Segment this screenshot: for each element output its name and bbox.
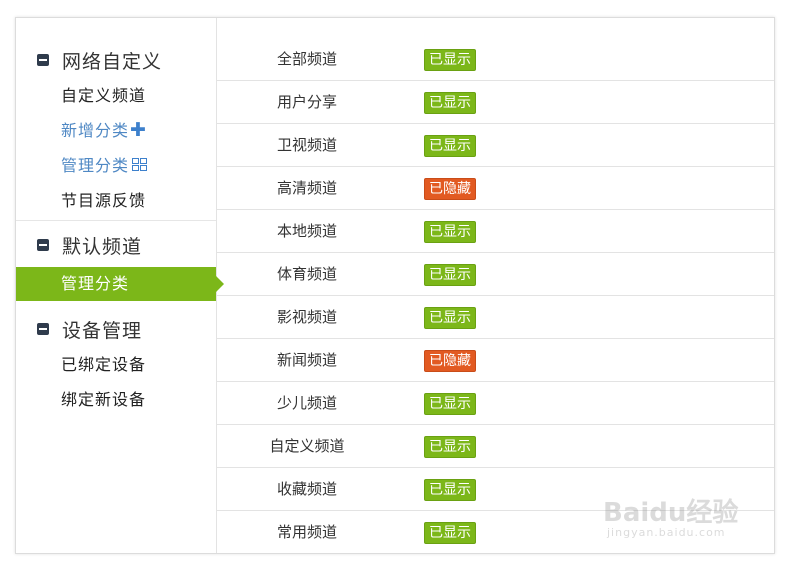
sidebar-item-label: 管理分类 [61, 274, 130, 293]
main-panel: 网络自定义 自定义频道 新增分类✚ 管理分类 节目源反馈 默认频道 管理分类 设… [15, 17, 775, 554]
collapse-icon[interactable] [37, 323, 49, 335]
table-row: 常用频道 已显示 [217, 511, 774, 554]
channel-name: 少儿频道 [276, 394, 337, 412]
collapse-icon[interactable] [37, 54, 49, 66]
sidebar-item-bound-devices[interactable]: 已绑定设备 [16, 347, 216, 382]
sidebar-item-label: 新增分类 [61, 121, 130, 140]
table-row: 全部频道 已显示 [217, 38, 774, 81]
table-row: 高清频道 已隐藏 [217, 167, 774, 210]
status-badge[interactable]: 已显示 [424, 479, 476, 501]
sidebar-item-manage-category[interactable]: 管理分类 [16, 148, 216, 183]
status-badge[interactable]: 已隐藏 [424, 178, 476, 200]
table-row: 自定义频道 已显示 [217, 425, 774, 468]
channel-name: 自定义频道 [269, 437, 345, 455]
sidebar-item-source-feedback[interactable]: 节目源反馈 [16, 183, 216, 218]
group-header-device-management[interactable]: 设备管理 [16, 311, 216, 347]
status-badge[interactable]: 已显示 [424, 92, 476, 114]
status-badge[interactable]: 已显示 [424, 221, 476, 243]
status-badge[interactable]: 已显示 [424, 264, 476, 286]
table-row: 用户分享 已显示 [217, 81, 774, 124]
status-badge[interactable]: 已显示 [424, 436, 476, 458]
group-title: 设备管理 [62, 319, 143, 342]
channel-name: 体育频道 [276, 265, 337, 283]
status-badge[interactable]: 已显示 [424, 522, 476, 544]
table-row: 收藏频道 已显示 [217, 468, 774, 511]
channel-list: 全部频道 已显示 用户分享 已显示 卫视频道 已显示 高清频道 已隐藏 本地频道 已显示 … [217, 18, 774, 553]
group-network-custom: 网络自定义 自定义频道 新增分类✚ 管理分类 节目源反馈 [16, 42, 216, 218]
channel-name: 影视频道 [276, 308, 337, 326]
sidebar-item-label: 自定义频道 [61, 86, 147, 105]
group-title: 网络自定义 [62, 50, 163, 73]
channel-name: 全部频道 [276, 50, 337, 68]
collapse-icon[interactable] [37, 239, 49, 251]
table-row: 体育频道 已显示 [217, 253, 774, 296]
sidebar-item-label: 节目源反馈 [61, 191, 147, 210]
group-header-network-custom[interactable]: 网络自定义 [16, 42, 216, 78]
sidebar-item-custom-channel[interactable]: 自定义频道 [16, 78, 216, 113]
sidebar-item-manage-category-active[interactable]: 管理分类 [16, 267, 224, 301]
sidebar: 网络自定义 自定义频道 新增分类✚ 管理分类 节目源反馈 默认频道 管理分类 设… [16, 18, 224, 553]
table-row: 少儿频道 已显示 [217, 382, 774, 425]
status-badge[interactable]: 已显示 [424, 307, 476, 329]
group-default-channels: 默认频道 管理分类 [16, 227, 224, 301]
status-badge[interactable]: 已显示 [424, 393, 476, 415]
sidebar-item-label: 绑定新设备 [61, 390, 147, 409]
status-badge[interactable]: 已显示 [424, 49, 476, 71]
table-row: 影视频道 已显示 [217, 296, 774, 339]
sidebar-item-label: 管理分类 [61, 156, 130, 175]
channel-name: 本地频道 [276, 222, 337, 240]
status-badge[interactable]: 已显示 [424, 135, 476, 157]
sidebar-item-label: 已绑定设备 [61, 355, 147, 374]
divider [16, 220, 216, 221]
plus-icon: ✚ [130, 119, 147, 141]
channel-name: 新闻频道 [276, 351, 337, 369]
channel-name: 用户分享 [276, 93, 337, 111]
table-row: 本地频道 已显示 [217, 210, 774, 253]
channel-name: 常用频道 [276, 523, 337, 541]
channel-name: 高清频道 [276, 179, 337, 197]
group-device-management: 设备管理 已绑定设备 绑定新设备 [16, 311, 216, 417]
group-title: 默认频道 [62, 235, 143, 258]
sidebar-item-bind-new-device[interactable]: 绑定新设备 [16, 382, 216, 417]
status-badge[interactable]: 已隐藏 [424, 350, 476, 372]
channel-name: 收藏频道 [276, 480, 337, 498]
group-header-default-channels[interactable]: 默认频道 [16, 227, 216, 263]
table-row: 新闻频道 已隐藏 [217, 339, 774, 382]
channel-name: 卫视频道 [276, 136, 337, 154]
sidebar-item-add-category[interactable]: 新增分类✚ [16, 113, 216, 148]
table-row: 卫视频道 已显示 [217, 124, 774, 167]
grid-icon [132, 158, 148, 172]
